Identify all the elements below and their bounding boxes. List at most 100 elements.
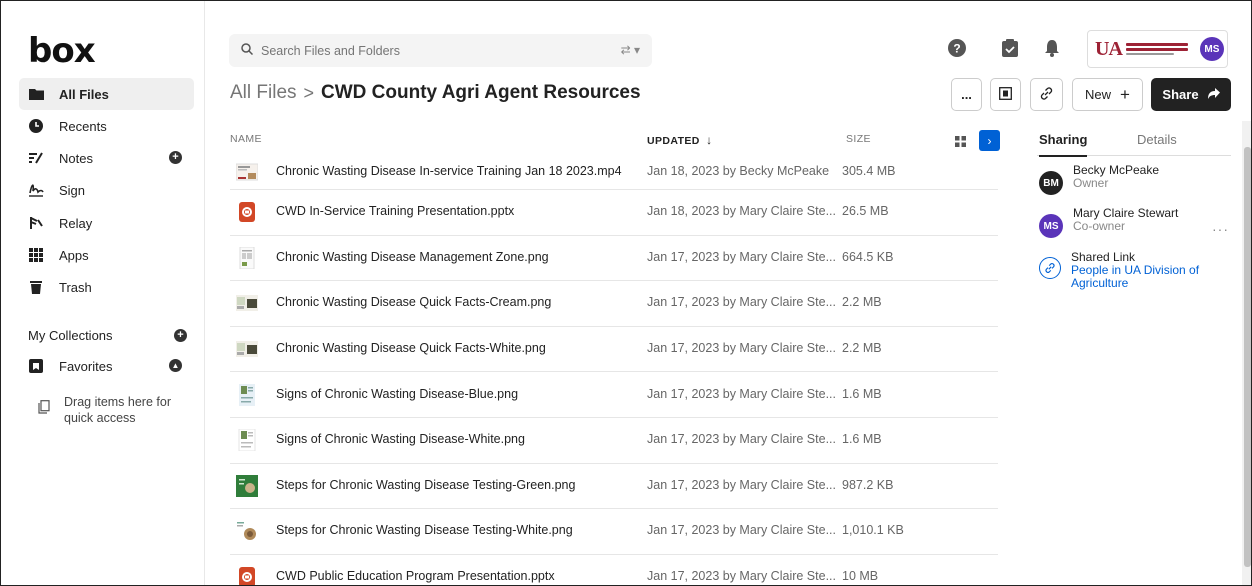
file-thumbnail-icon [236, 338, 258, 360]
search-bar[interactable]: ⇄ ▾ [229, 34, 652, 67]
sidebar-item-label: Trash [59, 279, 92, 295]
sidebar-item-label: Apps [59, 247, 89, 263]
file-size: 987.2 KB [842, 477, 894, 492]
file-name[interactable]: Signs of Chronic Wasting Disease-White.p… [276, 432, 525, 446]
chevron-up-icon[interactable]: ▲ [169, 359, 182, 372]
file-updated: Jan 17, 2023 by Mary Claire Ste... [647, 523, 836, 538]
file-thumbnail-icon [236, 474, 258, 497]
file-thumbnail-icon [236, 201, 258, 223]
file-row[interactable]: CWD In-Service Training Presentation.ppt… [230, 190, 998, 236]
app-window: box All Files Recents Notes + Sign Relay… [0, 0, 1252, 586]
add-collection-icon[interactable]: + [174, 329, 187, 342]
search-input[interactable] [261, 43, 601, 58]
sidebar-item-trash[interactable]: Trash [19, 271, 194, 303]
copy-link-button[interactable] [1030, 78, 1063, 111]
share-button[interactable]: Share [1151, 78, 1231, 111]
sidebar-item-recents[interactable]: Recents [19, 110, 194, 142]
sidebar-item-apps[interactable]: Apps [19, 239, 194, 271]
column-header-size[interactable]: SIZE [846, 133, 871, 145]
notification-bell-icon[interactable] [1042, 38, 1062, 58]
shared-link-icon [1039, 257, 1061, 279]
tab-sharing[interactable]: Sharing [1039, 132, 1088, 157]
share-button-label: Share [1162, 87, 1199, 102]
drag-hint-text: Drag items here for quick access [64, 395, 171, 425]
new-button[interactable]: New + [1072, 78, 1143, 111]
sidebar-item-sign[interactable]: Sign [19, 174, 194, 206]
file-row[interactable]: Steps for Chronic Wasting Disease Testin… [230, 464, 998, 510]
tasks-icon[interactable] [1000, 38, 1020, 58]
sidebar-item-relay[interactable]: Relay [19, 207, 194, 239]
file-name[interactable]: Signs of Chronic Wasting Disease-Blue.pn… [276, 387, 518, 401]
scrollbar-thumb[interactable] [1244, 147, 1251, 567]
collections-button[interactable] [990, 78, 1021, 111]
file-name[interactable]: CWD In-Service Training Presentation.ppt… [276, 204, 514, 218]
file-size: 2.2 MB [842, 295, 882, 310]
file-size: 1,010.1 KB [842, 523, 904, 538]
file-row[interactable]: Steps for Chronic Wasting Disease Testin… [230, 509, 998, 555]
file-size: 1.6 MB [842, 386, 882, 401]
grid-view-icon[interactable] [955, 134, 966, 152]
file-row[interactable]: CWD Public Education Program Presentatio… [230, 555, 998, 585]
svg-text:?: ? [953, 42, 960, 56]
file-name[interactable]: CWD Public Education Program Presentatio… [276, 569, 555, 583]
chevron-right-icon[interactable]: › [979, 130, 1000, 151]
file-row[interactable]: Chronic Wasting Disease Management Zone.… [230, 236, 998, 282]
column-header-updated[interactable]: UPDATED ↓ [647, 133, 713, 147]
box-logo[interactable]: box [28, 31, 96, 71]
file-updated: Jan 17, 2023 by Mary Claire Ste... [647, 295, 836, 310]
file-updated: Jan 18, 2023 by Mary Claire Ste... [647, 204, 836, 219]
left-sidebar: box All Files Recents Notes + Sign Relay… [1, 1, 205, 585]
file-row[interactable]: Signs of Chronic Wasting Disease-White.p… [230, 418, 998, 464]
file-name[interactable]: Chronic Wasting Disease Quick Facts-Crea… [276, 295, 551, 309]
help-icon[interactable]: ? [947, 38, 967, 58]
breadcrumb-root[interactable]: All Files [230, 82, 297, 104]
collections-icon [999, 86, 1012, 103]
sidebar-item-label: Favorites [59, 358, 113, 374]
tab-details[interactable]: Details [1137, 132, 1177, 147]
sidebar-item-notes[interactable]: Notes + [19, 142, 194, 174]
sidebar-item-favorites[interactable]: Favorites ▲ [19, 350, 194, 382]
search-icon [241, 43, 254, 58]
drag-drop-icon [38, 400, 50, 426]
file-list: Chronic Wasting Disease In-service Train… [230, 154, 998, 585]
file-updated: Jan 17, 2023 by Mary Claire Ste... [647, 432, 836, 447]
favorites-drop-zone[interactable]: Drag items here for quick access [38, 394, 174, 426]
favorites-icon [28, 358, 44, 374]
file-name[interactable]: Steps for Chronic Wasting Disease Testin… [276, 523, 573, 537]
file-name[interactable]: Steps for Chronic Wasting Disease Testin… [276, 478, 575, 492]
file-row[interactable]: Chronic Wasting Disease Quick Facts-Crea… [230, 281, 998, 327]
file-updated: Jan 17, 2023 by Mary Claire Ste... [647, 341, 836, 356]
sidebar-item-label: Sign [59, 182, 86, 198]
file-size: 305.4 MB [842, 163, 896, 178]
user-avatar[interactable]: MS [1199, 37, 1224, 61]
scrollbar[interactable] [1242, 121, 1251, 585]
file-updated: Jan 17, 2023 by Mary Claire Ste... [647, 569, 836, 584]
details-panel-tabs: Sharing Details [1037, 126, 1231, 157]
column-header-name[interactable]: NAME [230, 133, 262, 145]
share-arrow-icon [1207, 87, 1220, 102]
collaborator-coowner[interactable]: MS Mary Claire Stewart Co-owner [1039, 207, 1178, 238]
file-name[interactable]: Chronic Wasting Disease In-service Train… [276, 164, 622, 178]
file-row[interactable]: Signs of Chronic Wasting Disease-Blue.pn… [230, 372, 998, 418]
organization-badge[interactable]: UA MS [1087, 30, 1228, 68]
file-name[interactable]: Chronic Wasting Disease Quick Facts-Whit… [276, 341, 546, 355]
avatar: BM [1039, 171, 1063, 195]
file-updated: Jan 17, 2023 by Mary Claire Ste... [647, 477, 836, 492]
collaborator-more-options-icon[interactable]: ··· [1212, 221, 1229, 237]
avatar: MS [1039, 214, 1063, 238]
clock-icon [28, 118, 44, 134]
shared-link-info[interactable]: Shared Link People in UA Division of Agr… [1039, 251, 1211, 290]
file-row[interactable]: Chronic Wasting Disease Quick Facts-Whit… [230, 327, 998, 373]
sidebar-item-label: Relay [59, 215, 93, 231]
shared-link-access[interactable]: People in UA Division of Agriculture [1071, 263, 1199, 290]
sidebar-item-all-files[interactable]: All Files [19, 78, 194, 110]
collaborator-owner[interactable]: BM Becky McPeake Owner [1039, 164, 1159, 195]
sidebar-item-label: Recents [59, 118, 107, 134]
file-thumbnail-icon [235, 161, 259, 183]
file-name[interactable]: Chronic Wasting Disease Management Zone.… [276, 250, 549, 264]
collaborator-role: Owner [1073, 176, 1109, 190]
more-options-button[interactable]: ... [951, 78, 982, 111]
add-note-icon[interactable]: + [169, 151, 182, 164]
search-filter-icon[interactable]: ⇄ ▾ [621, 43, 640, 57]
file-row[interactable]: Chronic Wasting Disease In-service Train… [230, 154, 998, 190]
